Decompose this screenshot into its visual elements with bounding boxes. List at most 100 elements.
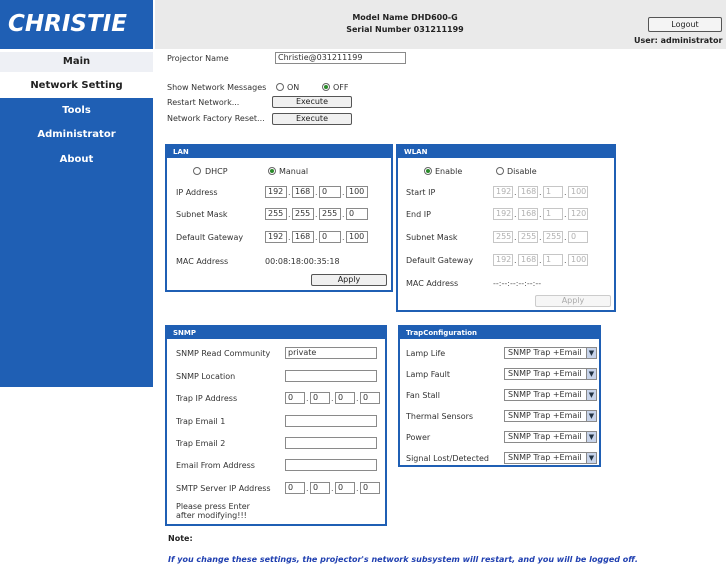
lan-ip-octet-3[interactable]: 0 [319,186,341,198]
wlan-gateway-octet-1[interactable]: 192 [493,254,513,266]
wlan-start-ip-octet-4[interactable]: 100 [568,186,588,198]
smtp-ip-octet-3[interactable]: 0 [335,482,355,494]
trap-ip-octet-2[interactable]: 0 [310,392,330,404]
wlan-mask-octet-1[interactable]: 255 [493,231,513,243]
trap-ip-octet-4[interactable]: 0 [360,392,380,404]
wlan-gateway-octet-2[interactable]: 168 [518,254,538,266]
wlan-gateway-octet-3[interactable]: 1 [543,254,563,266]
restart-network-label: Restart Network... [167,98,240,107]
trap-email-1-label: Trap Email 1 [176,417,226,426]
wlan-mask-octet-4[interactable]: 0 [568,231,588,243]
trap-fan-stall-label: Fan Stall [406,391,440,400]
email-from-address-label: Email From Address [176,461,255,470]
logout-button[interactable]: Logout [648,17,722,32]
chevron-down-icon: ▼ [586,453,596,463]
trap-signal-select[interactable]: SNMP Trap +Email ▼ [504,452,597,464]
lan-gateway-octet-2[interactable]: 168 [292,231,314,243]
email-from-address-input[interactable] [285,459,377,471]
trap-thermal-sensors-select[interactable]: SNMP Trap +Email ▼ [504,410,597,422]
lan-ip-octet-2[interactable]: 168 [292,186,314,198]
wlan-subnet-mask-label: Subnet Mask [406,233,458,242]
lan-gateway-octet-3[interactable]: 0 [319,231,341,243]
lan-mask-octet-2[interactable]: 255 [292,208,314,220]
wlan-apply-button[interactable]: Apply [535,295,611,307]
projector-name-input[interactable]: Christie@031211199 [275,52,406,64]
sidebar-item-administrator[interactable]: Administrator [0,125,153,145]
sidebar-item-network-setting[interactable]: Network Setting [0,76,153,96]
trap-lamp-life-value: SNMP Trap +Email [508,348,582,357]
wlan-end-ip-octet-3[interactable]: 1 [543,208,563,220]
lan-gateway-label: Default Gateway [176,233,244,242]
lan-subnet-mask-label: Subnet Mask [176,210,228,219]
wlan-end-ip-octet-2[interactable]: 168 [518,208,538,220]
trap-signal-label: Signal Lost/Detected [406,454,490,463]
smtp-server-ip-label: SMTP Server IP Address [176,484,271,493]
snmp-panel-title: SNMP [167,327,385,339]
trap-email-2-label: Trap Email 2 [176,439,226,448]
lan-ip-octet-4[interactable]: 100 [346,186,368,198]
trap-ip-octet-1[interactable]: 0 [285,392,305,404]
smtp-ip-octet-1[interactable]: 0 [285,482,305,494]
restart-execute-button[interactable]: Execute [272,96,352,108]
wlan-mask-octet-3[interactable]: 255 [543,231,563,243]
sidebar-item-about[interactable]: About [0,150,153,170]
smtp-ip-octet-2[interactable]: 0 [310,482,330,494]
lan-ip-octet-1[interactable]: 192 [265,186,287,198]
wlan-disable-radio[interactable] [496,167,504,175]
lan-gateway-octet-1[interactable]: 192 [265,231,287,243]
show-messages-off-label: OFF [333,83,349,92]
lan-dhcp-radio[interactable] [193,167,201,175]
trap-lamp-fault-label: Lamp Fault [406,370,450,379]
show-messages-off-radio[interactable] [322,83,330,91]
show-messages-on-radio[interactable] [276,83,284,91]
wlan-enable-label: Enable [435,167,463,176]
trap-email-2-input[interactable] [285,437,377,449]
lan-manual-radio[interactable] [268,167,276,175]
chevron-down-icon: ▼ [586,390,596,400]
show-network-messages-label: Show Network Messages [167,83,267,92]
chevron-down-icon: ▼ [586,432,596,442]
snmp-location-input[interactable] [285,370,377,382]
trap-configuration-title: TrapConfiguration [400,327,599,339]
wlan-start-ip-octet-1[interactable]: 192 [493,186,513,198]
snmp-hint-line-1: Please press Enter [176,502,250,511]
lan-gateway-octet-4[interactable]: 100 [346,231,368,243]
wlan-end-ip-octet-1[interactable]: 192 [493,208,513,220]
trap-fan-stall-value: SNMP Trap +Email [508,390,582,399]
note-text: If you change these settings, the projec… [168,555,638,564]
lan-panel-title: LAN [167,146,391,158]
wlan-end-ip-label: End IP [406,210,431,219]
trap-power-value: SNMP Trap +Email [508,432,582,441]
lan-apply-button[interactable]: Apply [311,274,387,286]
wlan-start-ip-octet-3[interactable]: 1 [543,186,563,198]
trap-lamp-life-select[interactable]: SNMP Trap +Email ▼ [504,347,597,359]
lan-mask-octet-3[interactable]: 255 [319,208,341,220]
trap-ip-octet-3[interactable]: 0 [335,392,355,404]
user-label: User: administrator [634,36,723,45]
lan-mask-octet-1[interactable]: 255 [265,208,287,220]
sidebar-item-tools[interactable]: Tools [0,101,153,121]
chevron-down-icon: ▼ [586,411,596,421]
trap-fan-stall-select[interactable]: SNMP Trap +Email ▼ [504,389,597,401]
snmp-read-community-input[interactable]: private [285,347,377,359]
trap-lamp-fault-select[interactable]: SNMP Trap +Email ▼ [504,368,597,380]
wlan-start-ip-octet-2[interactable]: 168 [518,186,538,198]
note-title: Note: [168,534,193,543]
wlan-end-ip-octet-4[interactable]: 120 [568,208,588,220]
smtp-ip-octet-4[interactable]: 0 [360,482,380,494]
wlan-mask-octet-2[interactable]: 255 [518,231,538,243]
sidebar-item-main[interactable]: Main [0,52,153,72]
trap-configuration-panel: TrapConfiguration Lamp Life SNMP Trap +E… [398,325,601,467]
wlan-enable-radio[interactable] [424,167,432,175]
wlan-gateway-octet-4[interactable]: 100 [568,254,588,266]
factory-reset-execute-button[interactable]: Execute [272,113,352,125]
lan-ip-label: IP Address [176,188,218,197]
wlan-disable-label: Disable [507,167,537,176]
lan-mac-value: 00:08:18:00:35:18 [265,257,340,266]
lan-manual-label: Manual [279,167,309,176]
trap-thermal-sensors-label: Thermal Sensors [406,412,474,421]
trap-email-1-input[interactable] [285,415,377,427]
model-name: Model Name DHD600-G [352,13,458,22]
trap-power-select[interactable]: SNMP Trap +Email ▼ [504,431,597,443]
lan-mask-octet-4[interactable]: 0 [346,208,368,220]
